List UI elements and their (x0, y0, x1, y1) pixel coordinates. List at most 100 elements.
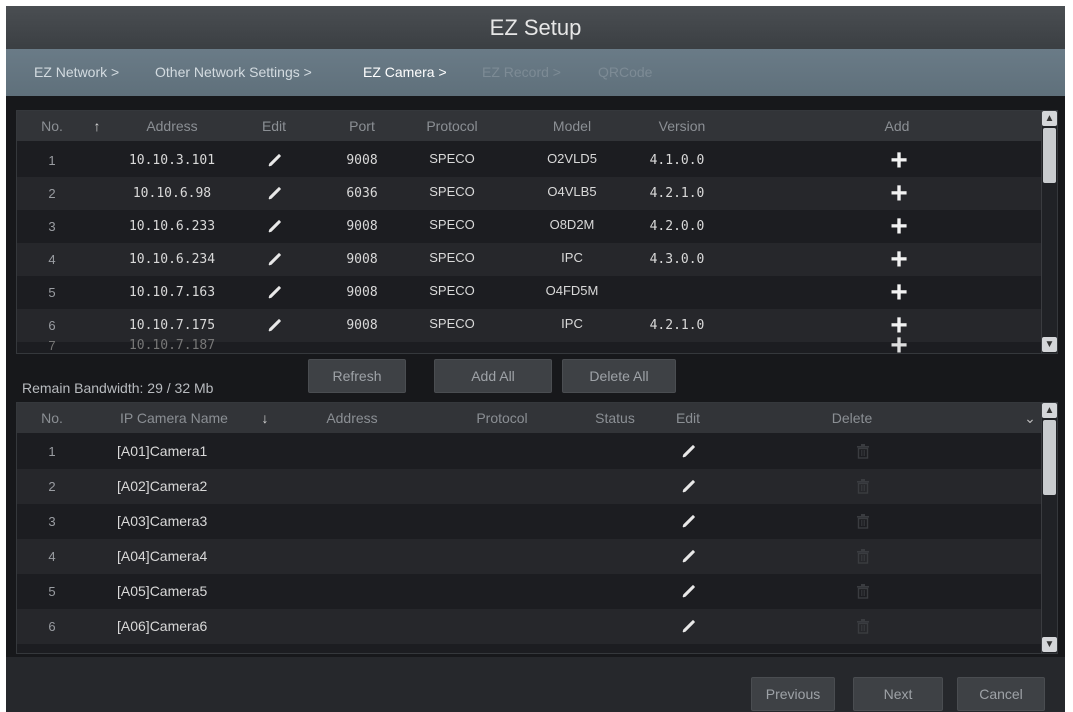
delete-trash-icon[interactable] (855, 618, 871, 634)
cell-protocol: SPECO (429, 316, 475, 331)
scroll-down-icon[interactable]: ▼ (1042, 637, 1057, 652)
edit-pencil-icon[interactable] (681, 479, 697, 493)
header-address[interactable]: Address (307, 403, 397, 433)
column-menu-chevron-down-icon[interactable]: ⌄ (1022, 403, 1038, 433)
breadcrumb-ez-record: EZ Record > (482, 64, 561, 80)
cell-no: 5 (48, 285, 56, 300)
add-plus-icon[interactable]: + (879, 276, 919, 309)
cell-no: 1 (48, 444, 56, 459)
table-row[interactable]: 6 [A06]Camera6 (17, 609, 1042, 644)
scroll-thumb[interactable] (1043, 128, 1056, 183)
cell-model: O4VLB5 (547, 184, 597, 199)
scroll-thumb[interactable] (1043, 420, 1056, 495)
edit-pencil-icon[interactable] (681, 444, 697, 458)
header-protocol[interactable]: Protocol (407, 111, 497, 141)
sort-ascending-icon[interactable]: ↑ (89, 111, 105, 141)
cell-no: 4 (48, 252, 56, 267)
cell-address: 10.10.6.98 (132, 186, 212, 201)
header-status[interactable]: Status (585, 403, 645, 433)
cell-address: 10.10.6.234 (128, 252, 216, 267)
scroll-down-icon[interactable]: ▼ (1042, 337, 1057, 352)
scroll-up-icon[interactable]: ▲ (1042, 111, 1057, 126)
delete-trash-icon[interactable] (855, 513, 871, 529)
add-plus-icon[interactable]: + (879, 210, 919, 243)
search-table-scrollbar[interactable]: ▲ ▼ (1041, 111, 1057, 353)
table-header: No. IP Camera Name ↓ Address Protocol St… (17, 403, 1057, 433)
delete-all-button[interactable]: Delete All (562, 359, 676, 393)
footer-bar: Previous Next Cancel (6, 657, 1065, 712)
cell-port: 9008 (346, 219, 378, 234)
add-plus-icon[interactable]: + (879, 144, 919, 177)
added-table-scrollbar[interactable]: ▲ ▼ (1041, 403, 1057, 653)
table-row[interactable]: 4 10.10.6.234 9008 SPECO IPC 4.3.0.0 + (17, 243, 1042, 276)
table-row[interactable]: 1 [A01]Camera1 (17, 434, 1042, 469)
cell-protocol: SPECO (429, 283, 475, 298)
refresh-button[interactable]: Refresh (308, 359, 406, 393)
delete-trash-icon[interactable] (855, 443, 871, 459)
add-plus-icon[interactable]: + (879, 177, 919, 210)
edit-pencil-icon[interactable] (267, 252, 283, 266)
edit-pencil-icon[interactable] (681, 619, 697, 633)
table-row[interactable]: 3 10.10.6.233 9008 SPECO O8D2M 4.2.0.0 + (17, 210, 1042, 243)
window-title: EZ Setup (6, 6, 1065, 49)
edit-pencil-icon[interactable] (681, 514, 697, 528)
edit-pencil-icon[interactable] (681, 549, 697, 563)
remain-bandwidth: Remain Bandwidth: 29 / 32 Mb (22, 380, 214, 396)
camera-search-table: No. ↑ Address Edit Port Protocol Model V… (16, 110, 1058, 354)
delete-trash-icon[interactable] (855, 478, 871, 494)
cell-protocol: SPECO (429, 151, 475, 166)
previous-button[interactable]: Previous (751, 677, 835, 711)
cell-no: 4 (48, 549, 56, 564)
cell-camera-name: [A06]Camera6 (117, 618, 208, 634)
table-row[interactable]: 3 [A03]Camera3 (17, 504, 1042, 539)
table-row[interactable]: 4 [A04]Camera4 (17, 539, 1042, 574)
table-row[interactable]: 2 [A02]Camera2 (17, 469, 1042, 504)
cell-protocol: SPECO (429, 217, 475, 232)
header-port[interactable]: Port (337, 111, 387, 141)
add-plus-icon[interactable]: + (879, 243, 919, 276)
header-protocol[interactable]: Protocol (457, 403, 547, 433)
cell-version: 4.2.1.0 (649, 186, 705, 201)
cell-model: O4FD5M (545, 283, 599, 298)
header-address[interactable]: Address (117, 111, 227, 141)
next-button[interactable]: Next (853, 677, 943, 711)
cell-address: 10.10.6.233 (128, 219, 216, 234)
breadcrumb-other-network-settings[interactable]: Other Network Settings > (155, 49, 312, 95)
breadcrumb-qrcode: QRCode (598, 64, 653, 80)
add-all-button[interactable]: Add All (434, 359, 552, 393)
edit-pencil-icon[interactable] (267, 285, 283, 299)
header-delete: Delete (831, 410, 873, 426)
header-version[interactable]: Version (642, 111, 722, 141)
cell-port: 9008 (346, 318, 378, 333)
cell-no: 2 (48, 186, 56, 201)
added-camera-table: No. IP Camera Name ↓ Address Protocol St… (16, 402, 1058, 654)
header-ip-camera-name[interactable]: IP Camera Name (109, 403, 239, 433)
cell-port: 9008 (346, 252, 378, 267)
edit-pencil-icon[interactable] (681, 584, 697, 598)
table-row[interactable]: 2 10.10.6.98 6036 SPECO O4VLB5 4.2.1.0 + (17, 177, 1042, 210)
scroll-up-icon[interactable]: ▲ (1042, 403, 1057, 418)
cell-model: O8D2M (549, 217, 595, 232)
header-no: No. (41, 118, 63, 134)
delete-trash-icon[interactable] (855, 548, 871, 564)
breadcrumb-ez-network[interactable]: EZ Network > (34, 49, 119, 95)
header-model[interactable]: Model (537, 111, 607, 141)
edit-pencil-icon[interactable] (267, 153, 283, 167)
header-add: Add (884, 118, 910, 134)
cell-camera-name: [A03]Camera3 (117, 513, 208, 529)
cancel-button[interactable]: Cancel (957, 677, 1045, 711)
delete-trash-icon[interactable] (855, 583, 871, 599)
edit-pencil-icon[interactable] (267, 186, 283, 200)
cell-no: 3 (48, 219, 56, 234)
table-row[interactable]: 5 [A05]Camera5 (17, 574, 1042, 609)
cell-version: 4.3.0.0 (649, 252, 705, 267)
cell-no: 1 (48, 153, 56, 168)
edit-pencil-icon[interactable] (267, 318, 283, 332)
breadcrumb-ez-camera[interactable]: EZ Camera > (363, 49, 447, 95)
cell-port: 9008 (346, 285, 378, 300)
table-row[interactable]: 1 10.10.3.101 9008 SPECO O2VLD5 4.1.0.0 + (17, 144, 1042, 177)
table-row[interactable]: 5 10.10.7.163 9008 SPECO O4FD5M + (17, 276, 1042, 309)
edit-pencil-icon[interactable] (267, 219, 283, 233)
cell-camera-name: [A02]Camera2 (117, 478, 208, 494)
sort-descending-icon[interactable]: ↓ (257, 403, 273, 433)
